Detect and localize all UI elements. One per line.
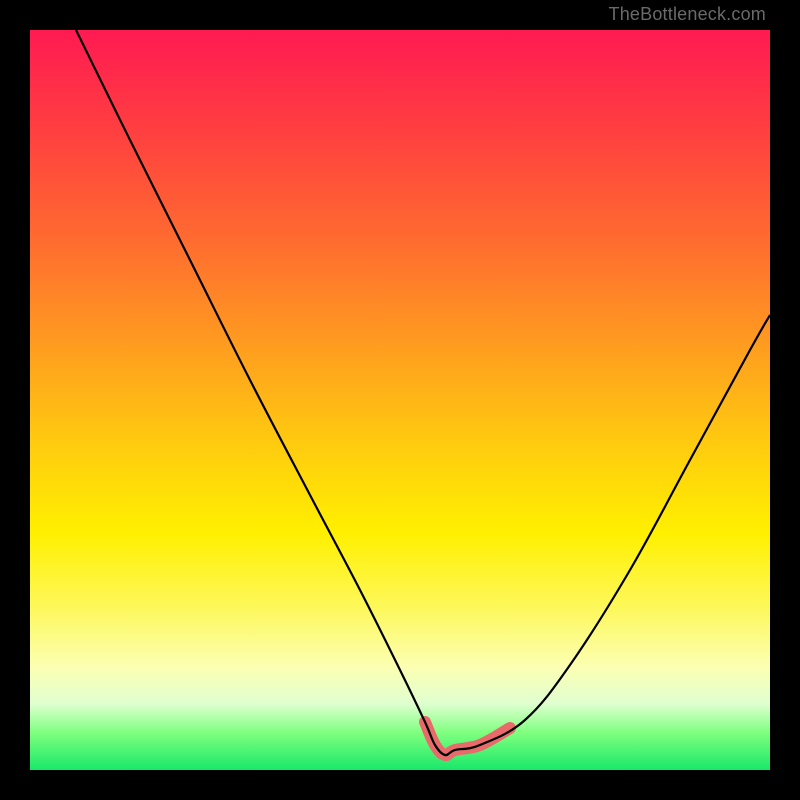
black-curve xyxy=(76,30,770,755)
plot-area xyxy=(30,30,770,770)
chart-svg xyxy=(30,30,770,770)
watermark-label: TheBottleneck.com xyxy=(609,4,766,25)
chart-frame: TheBottleneck.com xyxy=(0,0,800,800)
